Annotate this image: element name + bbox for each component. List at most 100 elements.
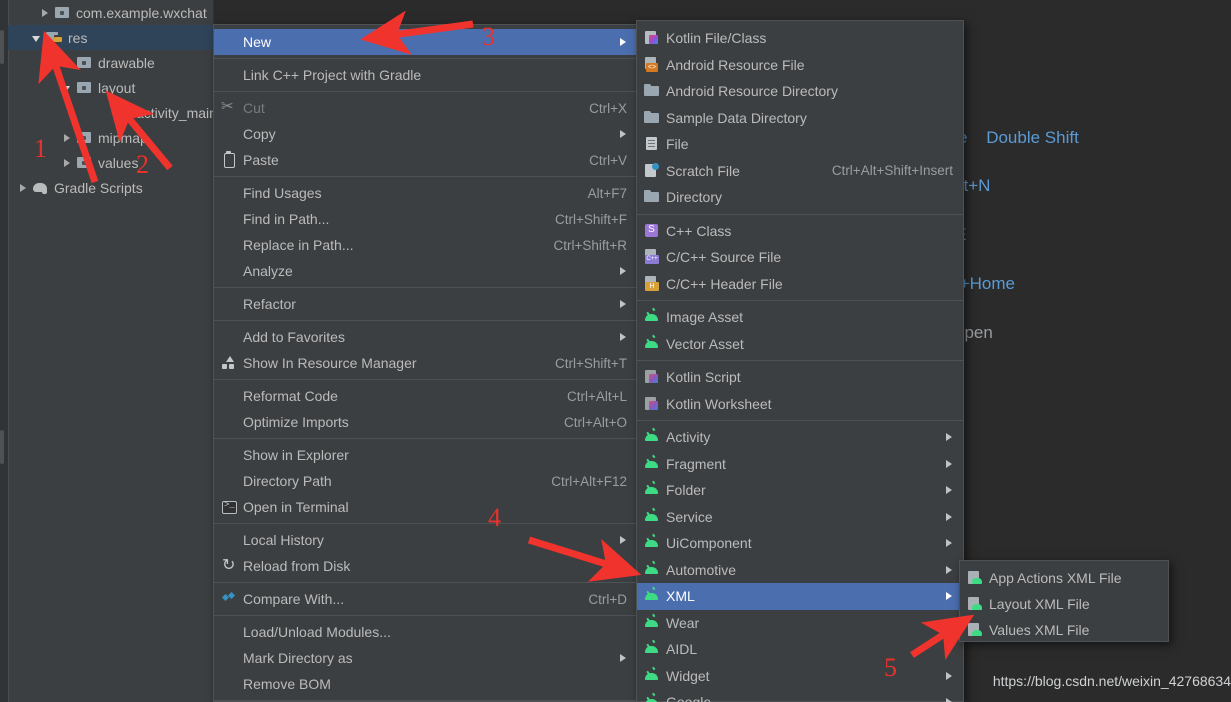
tree-item-res[interactable]: res	[8, 25, 213, 50]
menu-item-remove-bom[interactable]: Remove BOM	[214, 671, 637, 697]
menu-item-xml[interactable]: XML	[637, 583, 963, 610]
menu-item-analyze[interactable]: Analyze	[214, 258, 637, 284]
menu-item-label: Mark Directory as	[243, 650, 353, 666]
menu-item-shortcut: Ctrl+Alt+L	[566, 388, 627, 404]
menu-item-wear[interactable]: Wear	[637, 610, 963, 637]
menu-item-replace-in-path[interactable]: Replace in Path... Ctrl+Shift+R	[214, 232, 637, 258]
tree-item-activity-main-xml[interactable]: activity_main.xml	[8, 100, 243, 125]
annotation-number-1: 1	[34, 134, 47, 163]
chevron-right-icon[interactable]	[60, 131, 74, 145]
menu-item-layout-xml-file[interactable]: Layout XML File	[960, 591, 1168, 617]
menu-item-label: Cut	[243, 100, 265, 116]
menu-item-load-unload-modules[interactable]: Load/Unload Modules...	[214, 619, 637, 645]
menu-item-cut[interactable]: Cut Ctrl+X	[214, 95, 637, 121]
menu-item-widget[interactable]: Widget	[637, 663, 963, 690]
menu-item-activity[interactable]: Activity	[637, 424, 963, 451]
menu-item-vector-asset[interactable]: Vector Asset	[637, 331, 963, 358]
menu-item-values-xml-file[interactable]: Values XML File	[960, 617, 1168, 643]
menu-item-local-history[interactable]: Local History	[214, 527, 637, 553]
android-studio-screenshot: e Double Shift ift+N E t+Home open https…	[0, 0, 1231, 702]
menu-item-paste[interactable]: Paste Ctrl+V	[214, 147, 637, 173]
menu-item-uicomponent[interactable]: UiComponent	[637, 530, 963, 557]
panel-scroll-mark-bottom[interactable]	[0, 430, 4, 464]
android-icon	[643, 456, 661, 472]
new-submenu[interactable]: Kotlin File/Class Android Resource File An…	[636, 20, 964, 702]
tree-item-label: drawable	[98, 54, 155, 71]
chevron-right-icon	[617, 128, 629, 140]
menu-item-refactor[interactable]: Refactor	[214, 291, 637, 317]
menu-item-automotive[interactable]: Automotive	[637, 557, 963, 584]
tree-item-layout[interactable]: layout	[8, 75, 213, 100]
menu-item-label: Find Usages	[243, 185, 322, 201]
menu-item-find-usages[interactable]: Find Usages Alt+F7	[214, 180, 637, 206]
compare-icon	[220, 591, 238, 607]
menu-item-label: Sample Data Directory	[666, 109, 807, 126]
menu-item-c-class[interactable]: C++ Class	[637, 218, 963, 245]
menu-item-sample-data-directory[interactable]: Sample Data Directory	[637, 105, 963, 132]
menu-item-aidl[interactable]: AIDL	[637, 636, 963, 663]
menu-item-c-c-header-file[interactable]: C/C++ Header File	[637, 271, 963, 298]
menu-item-show-in-resource-manager[interactable]: Show In Resource Manager Ctrl+Shift+T	[214, 350, 637, 376]
menu-item-c-c-source-file[interactable]: C/C++ Source File	[637, 244, 963, 271]
tree-item-com-example-wxchat[interactable]: com.example.wxchat	[8, 0, 213, 25]
xml-submenu[interactable]: App Actions XML File Layout XML File Value…	[959, 560, 1169, 642]
menu-item-label: Image Asset	[666, 309, 744, 326]
tree-item-label: res	[68, 29, 88, 46]
menu-separator	[214, 58, 637, 59]
menu-item-reformat-code[interactable]: Reformat Code Ctrl+Alt+L	[214, 383, 637, 409]
menu-item-add-to-favorites[interactable]: Add to Favorites	[214, 324, 637, 350]
menu-separator	[214, 700, 637, 701]
menu-icon-placeholder	[220, 650, 238, 666]
watermark-url: https://blog.csdn.net/weixin_42768634	[992, 673, 1231, 689]
chevron-right-icon[interactable]	[16, 181, 30, 195]
tree-item-gradle-scripts[interactable]: Gradle Scripts	[8, 175, 213, 200]
folder-icon	[643, 110, 661, 126]
menu-item-compare-with[interactable]: Compare With... Ctrl+D	[214, 586, 637, 612]
chevron-down-icon[interactable]	[60, 81, 74, 95]
menu-item-optimize-imports[interactable]: Optimize Imports Ctrl+Alt+O	[214, 409, 637, 435]
menu-item-link-c-project-with-gradle[interactable]: Link C++ Project with Gradle	[214, 62, 637, 88]
project-context-menu[interactable]: New Link C++ Project with Gradle Cut Ctrl+X…	[213, 24, 638, 702]
menu-item-scratch-file[interactable]: Scratch File Ctrl+Alt+Shift+Insert	[637, 158, 963, 185]
menu-icon-placeholder	[220, 532, 238, 548]
menu-item-fragment[interactable]: Fragment	[637, 451, 963, 478]
menu-item-folder[interactable]: Folder	[637, 477, 963, 504]
menu-item-image-asset[interactable]: Image Asset	[637, 304, 963, 331]
menu-item-label: Kotlin File/Class	[666, 30, 767, 47]
menu-item-directory[interactable]: Directory	[637, 184, 963, 211]
menu-item-directory-path[interactable]: Directory Path Ctrl+Alt+F12	[214, 468, 637, 494]
menu-item-new[interactable]: New	[214, 29, 637, 55]
menu-item-shortcut: Ctrl+Shift+T	[554, 355, 627, 371]
menu-item-label: Kotlin Script	[666, 369, 741, 386]
menu-item-copy[interactable]: Copy	[214, 121, 637, 147]
chevron-right-icon	[943, 431, 955, 443]
chevron-right-icon[interactable]	[38, 6, 52, 20]
menu-item-reload-from-disk[interactable]: Reload from Disk	[214, 553, 637, 579]
chevron-down-icon[interactable]	[30, 31, 44, 45]
menu-item-google[interactable]: Google	[637, 689, 963, 702]
res-folder-icon	[46, 30, 63, 45]
menu-item-label: Activity	[666, 429, 711, 446]
menu-item-label: Values XML File	[989, 622, 1090, 638]
menu-icon-placeholder	[220, 126, 238, 142]
menu-item-label: Folder	[666, 482, 706, 499]
menu-item-service[interactable]: Service	[637, 504, 963, 531]
menu-item-kotlin-script[interactable]: Kotlin Script	[637, 364, 963, 391]
menu-item-open-in-terminal[interactable]: Open in Terminal	[214, 494, 637, 520]
menu-separator	[214, 176, 637, 177]
annotation-number-2: 2	[136, 150, 149, 179]
panel-scroll-mark-top[interactable]	[0, 30, 4, 64]
menu-item-kotlin-file-class[interactable]: Kotlin File/Class	[637, 25, 963, 52]
menu-item-app-actions-xml-file[interactable]: App Actions XML File	[960, 565, 1168, 591]
menu-item-file[interactable]: File	[637, 131, 963, 158]
menu-item-kotlin-worksheet[interactable]: Kotlin Worksheet	[637, 391, 963, 418]
menu-item-android-resource-file[interactable]: Android Resource File	[637, 52, 963, 79]
menu-separator	[637, 360, 963, 361]
menu-item-show-in-explorer[interactable]: Show in Explorer	[214, 442, 637, 468]
menu-item-mark-directory-as[interactable]: Mark Directory as	[214, 645, 637, 671]
chevron-right-icon[interactable]	[60, 56, 74, 70]
tree-item-drawable[interactable]: drawable	[8, 50, 213, 75]
chevron-right-icon[interactable]	[60, 156, 74, 170]
menu-item-find-in-path[interactable]: Find in Path... Ctrl+Shift+F	[214, 206, 637, 232]
menu-item-android-resource-directory[interactable]: Android Resource Directory	[637, 78, 963, 105]
